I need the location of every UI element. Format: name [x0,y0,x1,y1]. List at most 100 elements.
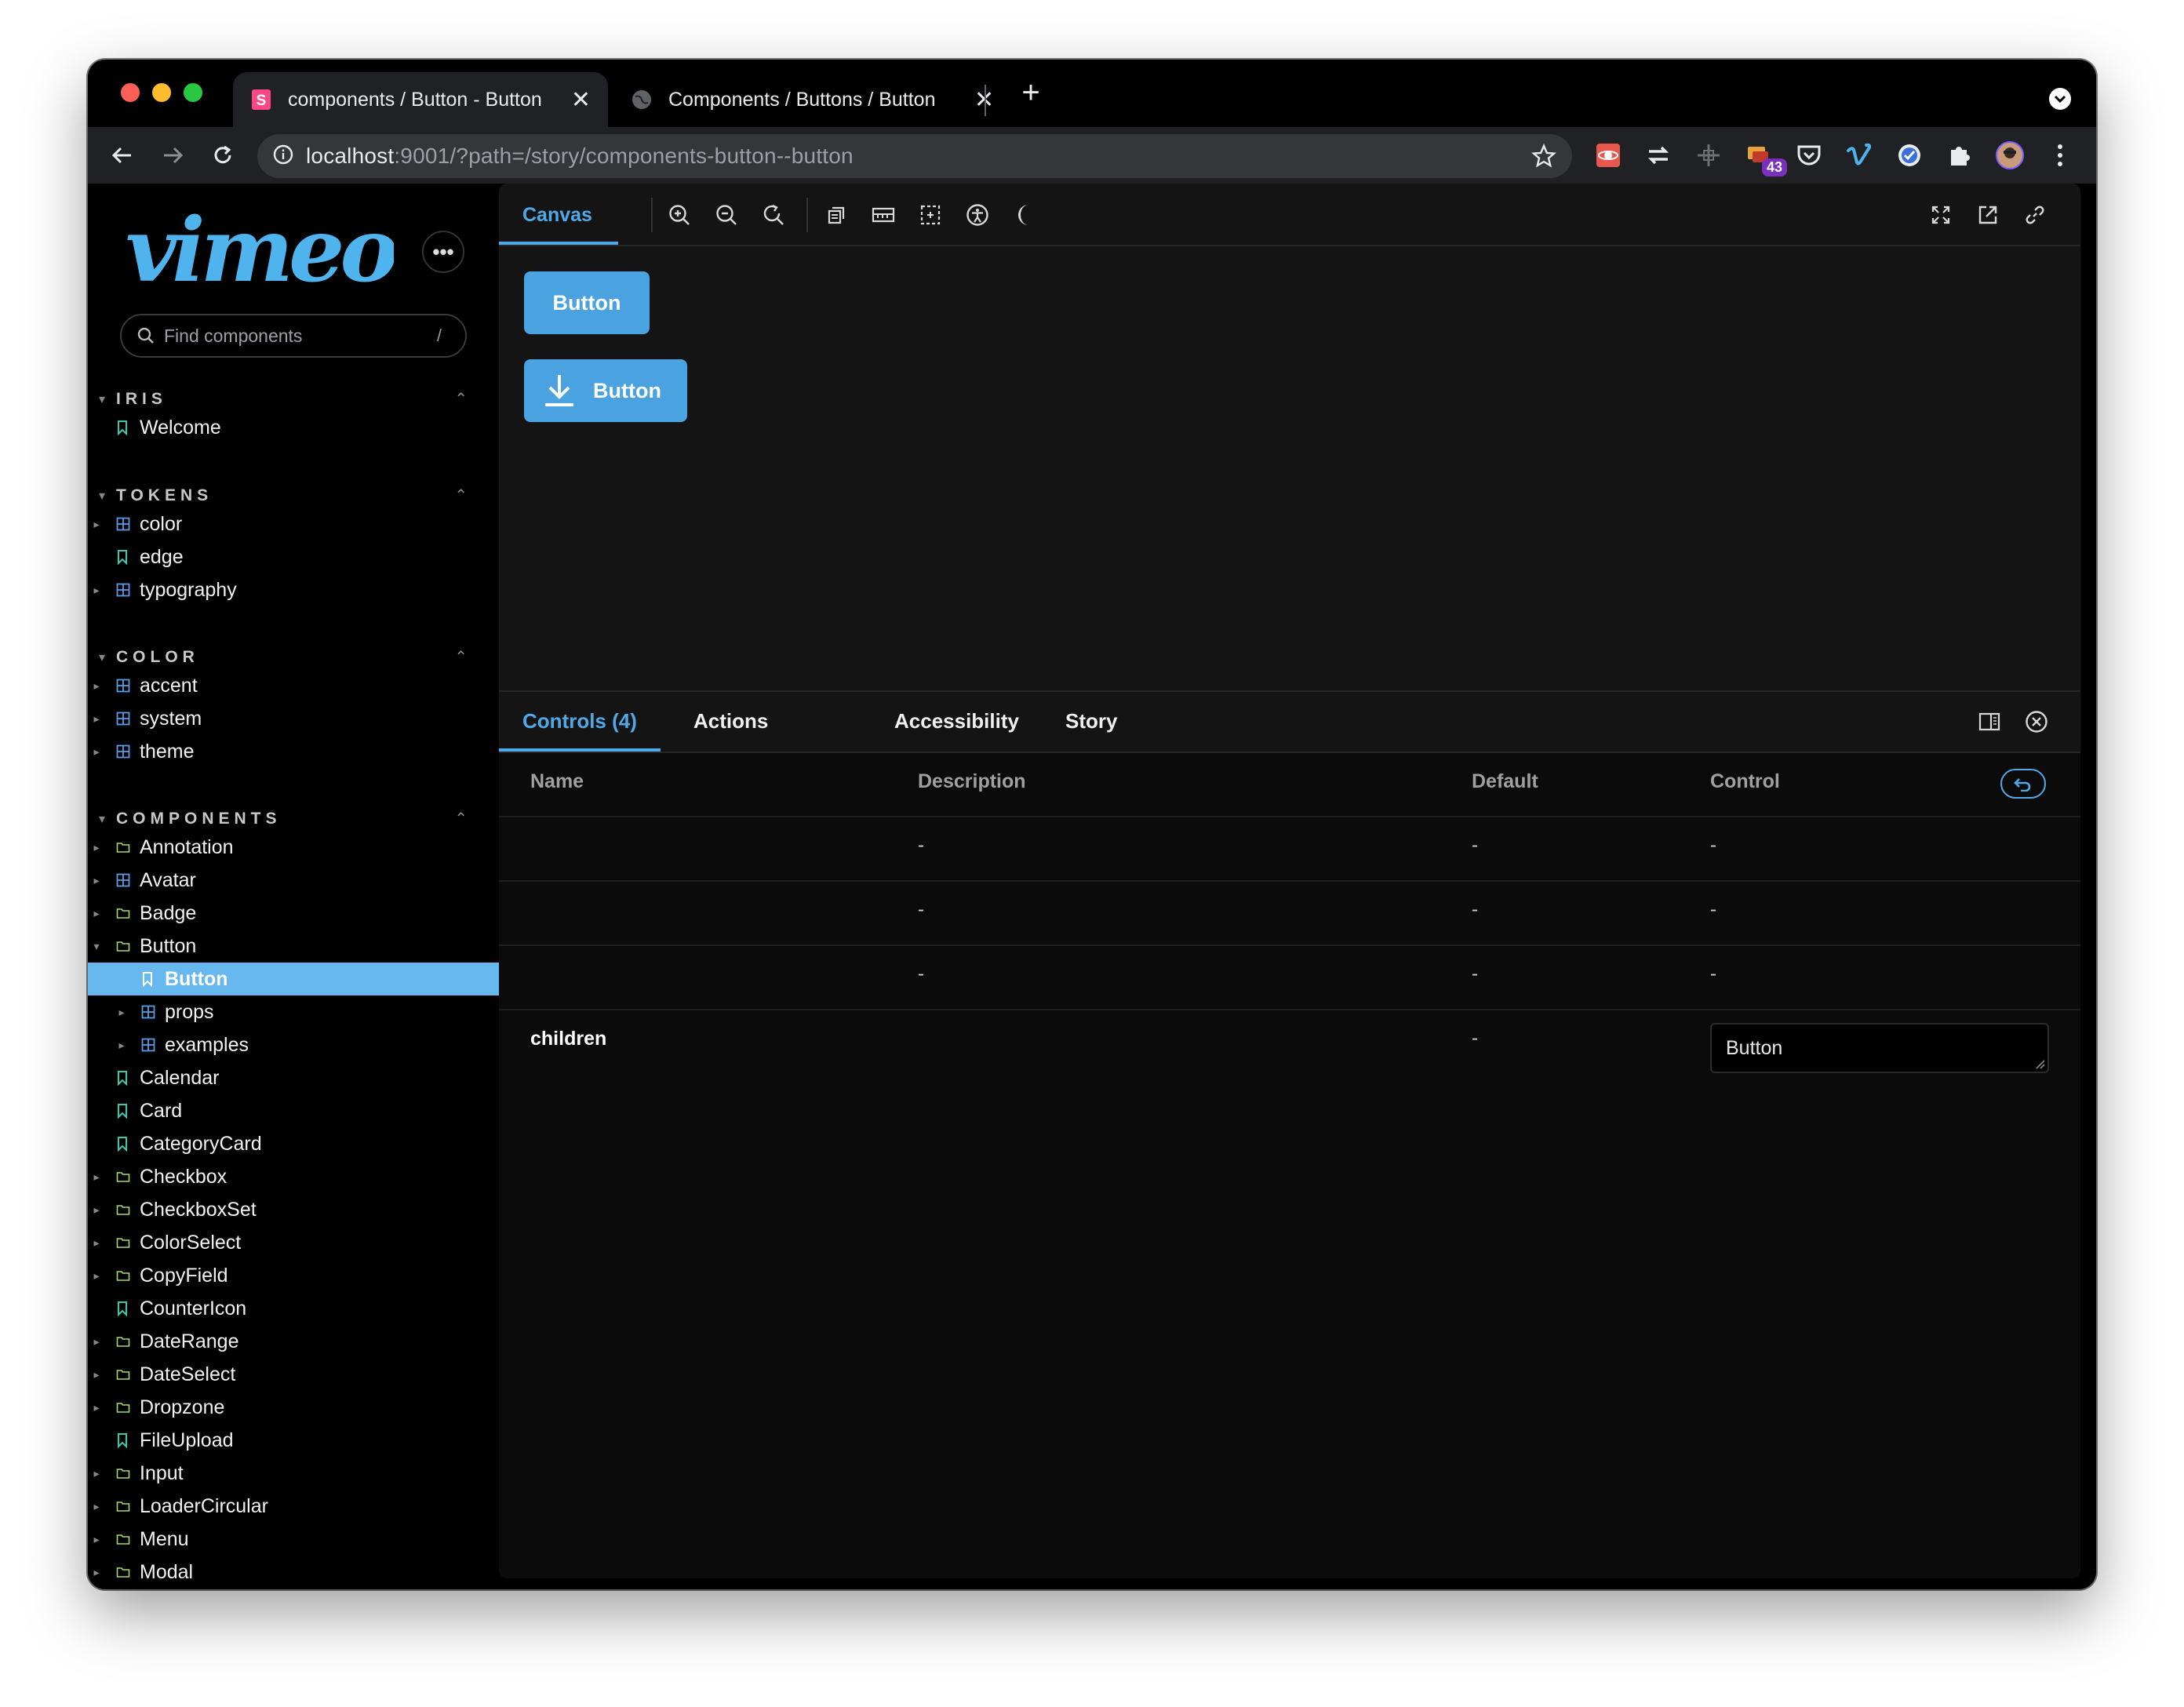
textarea-value: Button [1726,1037,1783,1059]
caret-right-icon: ▸ [93,1565,100,1578]
sidebar-item-component[interactable]: CategoryCard [88,1127,499,1160]
component-grid-icon [116,679,140,693]
sidebar-item-component[interactable]: ▸ Badge [88,897,499,930]
minimize-window-button[interactable] [152,83,171,102]
pocket-icon[interactable] [1792,138,1826,173]
caret-down-icon: ▾ [99,812,106,826]
extension-react-icon[interactable] [1591,138,1625,173]
sidebar-item-edge[interactable]: edge [88,540,499,573]
sidebar-item-component[interactable]: ▸ Input [88,1457,499,1490]
sidebar-item-component[interactable]: ▸ Avatar [88,864,499,897]
forward-icon[interactable] [152,135,193,176]
copy-link-icon[interactable] [2021,201,2049,229]
extension-ruler-icon[interactable] [1691,138,1726,173]
expand-collapse-icon[interactable]: ⌃ [454,809,468,828]
caret-down-icon: ▾ [99,489,106,503]
section-tokens[interactable]: ▾ TOKENS ⌃ [99,486,475,505]
sidebar-item-component[interactable]: ▸ Dropzone [88,1391,499,1424]
sidebar-item-component[interactable]: ▸ CheckboxSet [88,1193,499,1226]
outline-icon[interactable] [916,201,945,229]
panel-orientation-icon[interactable] [1975,708,2004,736]
caret-right-icon: ▸ [93,1170,100,1183]
more-options-button[interactable]: ••• [422,231,464,273]
sidebar-item-component[interactable]: ▸ props [88,995,499,1028]
sidebar-item-component[interactable]: Calendar [88,1061,499,1094]
sidebar-item-typography[interactable]: ▸ typography [88,573,499,606]
sidebar-item-component[interactable]: ▾ Button [88,930,499,963]
dark-mode-moon-icon[interactable] [1010,201,1039,229]
expand-collapse-icon[interactable]: ⌃ [454,389,468,409]
sidebar-item-component[interactable]: ▸ DateSelect [88,1358,499,1391]
sidebar-item-component[interactable]: ▸ Modal [88,1556,499,1589]
sidebar-item-component[interactable]: ▸ ColorSelect [88,1226,499,1259]
children-control-textarea[interactable]: Button [1710,1023,2049,1073]
resize-handle-icon[interactable] [2034,1058,2045,1069]
sidebar-item-component[interactable]: CounterIcon [88,1292,499,1325]
search-input[interactable]: Find components / [120,314,467,358]
preview-button-with-icon[interactable]: Button [524,359,687,422]
tab-close-icon[interactable]: ✕ [571,86,591,114]
browser-tab-inactive[interactable]: Components / Buttons / Button ✕ [613,72,1072,127]
reload-icon[interactable] [202,135,243,176]
expand-collapse-icon[interactable]: ⌃ [454,486,468,505]
sidebar-item-component[interactable]: Button [88,963,499,995]
section-label: IRIS [116,389,167,408]
vimeo-extension-icon[interactable] [1842,138,1876,173]
preview-button[interactable]: Button [524,271,650,334]
section-iris[interactable]: ▾ IRIS ⌃ [99,389,475,409]
new-tab-button[interactable]: + [1007,75,1054,111]
section-components[interactable]: ▾ COMPONENTS ⌃ [99,809,475,828]
sidebar-item-component[interactable]: ▸ Annotation [88,831,499,864]
sidebar-item-system[interactable]: ▸ system [88,702,499,735]
accessibility-icon[interactable] [963,201,992,229]
expand-collapse-icon[interactable]: ⌃ [454,647,468,667]
sidebar-item-color[interactable]: ▸ color [88,508,499,540]
section-color[interactable]: ▾ COLOR ⌃ [99,647,475,667]
tab-actions[interactable]: Actions [693,709,768,733]
search-shortcut-hint: / [436,326,442,345]
caret-right-icon: ▸ [93,840,100,854]
sidebar-item-component[interactable]: ▸ LoaderCircular [88,1490,499,1523]
open-new-tab-icon[interactable] [1974,201,2002,229]
sidebar-item-welcome[interactable]: Welcome [88,411,499,444]
search-icon [137,327,155,344]
sidebar-item-component[interactable]: ▸ Checkbox [88,1160,499,1193]
sidebar-item-accent[interactable]: ▸ accent [88,669,499,702]
reset-controls-button[interactable] [2000,769,2046,799]
zoom-reset-icon[interactable] [759,201,788,229]
extension-devtools-icon[interactable]: 43 [1742,138,1788,177]
viewport-ruler-icon[interactable] [869,201,897,229]
sidebar-item-label: Badge [140,901,197,924]
sidebar-item-component[interactable]: Card [88,1094,499,1127]
extension-check-icon[interactable] [1892,138,1927,173]
profile-avatar[interactable] [1993,138,2027,173]
tab-story[interactable]: Story [1065,709,1117,733]
maximize-window-button[interactable] [184,83,202,102]
back-icon[interactable] [102,135,143,176]
sidebar-item-component[interactable]: ▸ DateRange [88,1325,499,1358]
address-bar[interactable]: localhost:9001/?path=/story/components-b… [257,134,1572,178]
sidebar-item-component[interactable]: ▸ CopyField [88,1259,499,1292]
sidebar-item-component[interactable]: ▸ Menu [88,1523,499,1556]
fullscreen-icon[interactable] [1927,201,1955,229]
browser-menu-icon[interactable] [2043,138,2077,173]
sidebar-item-component[interactable]: FileUpload [88,1424,499,1457]
tab-controls[interactable]: Controls (4) [522,709,637,733]
close-panel-icon[interactable] [2022,708,2051,736]
zoom-out-icon[interactable] [712,201,741,229]
toolbar-divider [806,198,808,232]
background-icon[interactable] [822,201,850,229]
tab-accessibility[interactable]: Accessibility [894,709,1019,733]
site-info-icon[interactable] [273,144,293,169]
tab-search-dropdown-icon[interactable] [2049,88,2071,110]
extension-sync-icon[interactable] [1641,138,1676,173]
sidebar-item-theme[interactable]: ▸ theme [88,735,499,768]
cell-description: - [918,899,924,920]
tab-canvas[interactable]: Canvas [522,204,592,227]
extensions-puzzle-icon[interactable] [1942,138,1977,173]
bookmark-star-icon[interactable] [1531,143,1557,173]
close-window-button[interactable] [121,83,140,102]
browser-tab-active[interactable]: S components / Button - Button ✕ [233,72,608,127]
sidebar-item-component[interactable]: ▸ examples [88,1028,499,1061]
zoom-in-icon[interactable] [665,201,693,229]
